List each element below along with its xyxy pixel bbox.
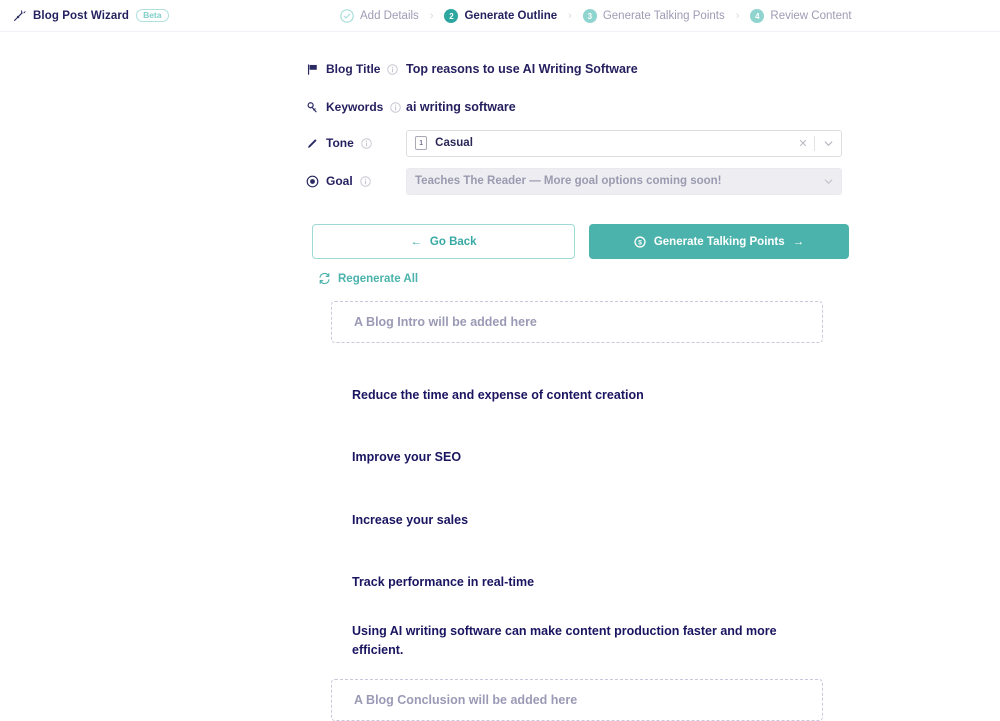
step-number-badge: 2 bbox=[444, 9, 459, 23]
svg-text:$: $ bbox=[638, 239, 642, 246]
target-icon bbox=[306, 175, 319, 188]
blog-title-value[interactable]: Top reasons to use AI Writing Software bbox=[406, 62, 638, 76]
tone-count-chip: 1 bbox=[415, 136, 428, 150]
outline-item[interactable]: Increase your sales bbox=[352, 511, 1000, 530]
stepper-label: Generate Outline bbox=[464, 10, 558, 22]
outline-item[interactable]: Improve your SEO bbox=[352, 448, 1000, 467]
arrow-left-icon: ← bbox=[410, 235, 422, 248]
outline-item[interactable]: Reduce the time and expense of content c… bbox=[352, 386, 1000, 405]
key-icon bbox=[306, 101, 319, 114]
generate-talking-points-label: Generate Talking Points bbox=[653, 235, 785, 248]
field-row-goal: Goal Teaches The Reader — More goal opti… bbox=[0, 164, 1000, 198]
credit-coin-icon: $ bbox=[634, 235, 646, 248]
tone-select-inner: 1 Casual bbox=[407, 136, 792, 150]
blog-title-label-group: Blog Title bbox=[306, 62, 406, 76]
refresh-icon bbox=[318, 272, 331, 285]
tone-select[interactable]: 1 Casual ✕ bbox=[406, 129, 842, 157]
goal-placeholder: Teaches The Reader — More goal options c… bbox=[415, 175, 722, 187]
go-back-label: Go Back bbox=[429, 235, 477, 248]
regenerate-all-button[interactable]: Regenerate All bbox=[0, 272, 418, 285]
goal-select-inner: Teaches The Reader — More goal options c… bbox=[407, 175, 815, 187]
stepper-separator: › bbox=[735, 9, 740, 22]
field-row-blog-title: Blog Title Top reasons to use AI Writing… bbox=[0, 50, 1000, 88]
info-circle-icon[interactable] bbox=[361, 137, 372, 149]
keywords-label: Keywords bbox=[326, 100, 384, 114]
info-circle-icon[interactable] bbox=[387, 63, 399, 75]
wizard-stepper: Add Details › 2 Generate Outline › 3 Gen… bbox=[340, 0, 852, 32]
close-x-icon[interactable]: ✕ bbox=[792, 137, 814, 150]
step-number-badge: 3 bbox=[582, 9, 597, 23]
blog-title-label: Blog Title bbox=[326, 62, 381, 76]
generate-talking-points-button[interactable]: $ Generate Talking Points → bbox=[589, 224, 849, 259]
field-row-keywords: Keywords ai writing software bbox=[0, 88, 1000, 126]
blog-conclusion-placeholder[interactable]: A Blog Conclusion will be added here bbox=[331, 679, 823, 721]
outline-items: Reduce the time and expense of content c… bbox=[331, 343, 1000, 660]
tone-selected-value: Casual bbox=[435, 137, 473, 149]
info-circle-icon[interactable] bbox=[390, 101, 402, 113]
info-circle-icon[interactable] bbox=[359, 175, 371, 187]
magic-wand-icon bbox=[12, 9, 26, 23]
stepper-label: Generate Talking Points bbox=[602, 10, 725, 22]
pencil-icon bbox=[306, 137, 319, 150]
stepper-label: Review Content bbox=[770, 10, 852, 22]
goal-label-group: Goal bbox=[306, 174, 406, 188]
go-back-button[interactable]: ← Go Back bbox=[312, 224, 575, 259]
stepper-item-generate-talking-points[interactable]: 3 Generate Talking Points bbox=[582, 9, 725, 23]
wizard-form: Blog Title Top reasons to use AI Writing… bbox=[0, 32, 1000, 721]
brand-label: Blog Post Wizard bbox=[33, 9, 130, 22]
chevron-down-icon[interactable] bbox=[815, 176, 841, 187]
brand[interactable]: Blog Post Wizard Beta bbox=[0, 8, 169, 23]
outline-section: A Blog Intro will be added here Reduce t… bbox=[0, 301, 1000, 721]
field-row-tone: Tone 1 Casual ✕ bbox=[0, 126, 1000, 160]
keywords-value[interactable]: ai writing software bbox=[406, 100, 516, 114]
step-number-badge: 4 bbox=[750, 9, 765, 23]
stepper-separator: › bbox=[429, 9, 434, 22]
stepper-item-add-details[interactable]: Add Details bbox=[340, 9, 419, 23]
keywords-label-group: Keywords bbox=[306, 100, 406, 114]
tone-label: Tone bbox=[326, 136, 354, 150]
arrow-right-icon: → bbox=[792, 235, 805, 248]
check-circle-icon bbox=[340, 9, 354, 23]
blog-intro-placeholder[interactable]: A Blog Intro will be added here bbox=[331, 301, 823, 343]
stepper-separator: › bbox=[568, 9, 572, 22]
tone-label-group: Tone bbox=[306, 136, 406, 150]
goal-label: Goal bbox=[326, 174, 353, 188]
flag-icon bbox=[306, 63, 319, 76]
outline-item[interactable]: Using AI writing software can make conte… bbox=[352, 622, 797, 661]
outline-item[interactable]: Track performance in real-time bbox=[352, 573, 1000, 592]
goal-select[interactable]: Teaches The Reader — More goal options c… bbox=[406, 167, 842, 195]
chevron-down-icon[interactable] bbox=[815, 138, 841, 149]
regenerate-all-label: Regenerate All bbox=[338, 272, 419, 285]
stepper-label: Add Details bbox=[360, 10, 419, 22]
wizard-actions: ← Go Back $ Generate Talking Points → bbox=[0, 224, 1000, 259]
stepper-item-review-content[interactable]: 4 Review Content bbox=[750, 9, 852, 23]
beta-badge: Beta bbox=[136, 8, 169, 23]
stepper-item-generate-outline[interactable]: 2 Generate Outline bbox=[444, 9, 557, 23]
app-header: Blog Post Wizard Beta Add Details › 2 Ge… bbox=[0, 0, 1000, 32]
